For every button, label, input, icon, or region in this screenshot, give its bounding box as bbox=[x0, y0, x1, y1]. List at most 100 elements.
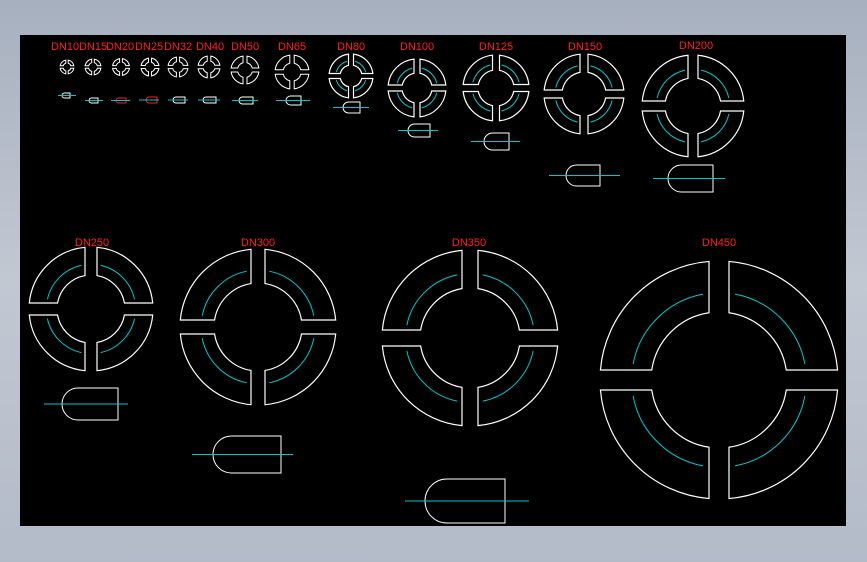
side-view-dn65 bbox=[276, 95, 310, 106]
ring-centerline bbox=[201, 270, 247, 316]
ring-segment bbox=[112, 58, 121, 67]
ring-segment bbox=[28, 314, 86, 372]
flange-label-dn25: DN25 bbox=[135, 41, 163, 53]
ring-dn15 bbox=[84, 58, 102, 76]
side-view-dn10 bbox=[58, 92, 76, 99]
ring-dn25 bbox=[140, 57, 160, 77]
flange-label-dn65: DN65 bbox=[278, 41, 306, 53]
side-view-dn25 bbox=[139, 96, 159, 104]
ring-segment bbox=[84, 67, 93, 76]
pipe-clamp-drawing: DN10 DN15DN20 DN25 DN32 DN40 DN50 DN65 DN80 DN10… bbox=[28, 40, 839, 524]
ring-segment bbox=[167, 68, 177, 78]
ring-segment bbox=[477, 345, 559, 427]
flange-label-dn300: DN300 bbox=[241, 237, 275, 249]
ring-dn32 bbox=[167, 56, 189, 78]
flange-label-dn50: DN50 bbox=[231, 41, 259, 53]
ring-segment bbox=[264, 333, 337, 406]
ring-segment bbox=[59, 59, 67, 67]
ring-segment bbox=[179, 248, 252, 321]
ring-centerline bbox=[632, 395, 704, 467]
ring-segment bbox=[293, 73, 310, 90]
ring-centerline bbox=[46, 264, 82, 300]
ring-segment bbox=[140, 57, 149, 66]
ring-segment bbox=[462, 90, 494, 122]
flange-label-dn20: DN20 bbox=[106, 41, 134, 53]
ring-dn20 bbox=[112, 58, 130, 76]
ring-centerline bbox=[656, 113, 686, 143]
flange-label-dn200: DN200 bbox=[679, 40, 713, 52]
ring-segment bbox=[498, 90, 530, 122]
ring-segment bbox=[151, 57, 160, 66]
side-view-dn50 bbox=[232, 96, 258, 105]
side-view-dn15 bbox=[85, 97, 103, 104]
ring-segment bbox=[381, 249, 463, 331]
ring-segment bbox=[352, 53, 374, 75]
ring-centerline bbox=[590, 100, 613, 123]
ring-centerline bbox=[734, 293, 806, 365]
flange-label-dn80: DN80 bbox=[337, 41, 365, 53]
ring-centerline bbox=[421, 67, 438, 84]
ring-segment bbox=[328, 77, 350, 99]
ring-centerline bbox=[201, 338, 247, 384]
ring-centerline bbox=[632, 293, 704, 365]
ring-segment bbox=[387, 90, 415, 118]
ring-segment bbox=[93, 67, 102, 76]
flange-label-dn10: DN10 bbox=[51, 41, 79, 53]
flange-label-dn150: DN150 bbox=[568, 41, 602, 53]
ring-segment bbox=[28, 246, 86, 304]
ring-centerline bbox=[700, 69, 730, 99]
ring-segment bbox=[728, 389, 839, 500]
ring-dn125 bbox=[462, 54, 530, 122]
ring-segment bbox=[121, 58, 130, 67]
ring-segment bbox=[697, 110, 745, 158]
ring-segment bbox=[96, 314, 154, 372]
ring-segment bbox=[112, 67, 121, 76]
ring-segment bbox=[67, 59, 75, 67]
ring-dn50 bbox=[230, 55, 260, 85]
ring-dn200 bbox=[641, 54, 745, 158]
ring-centerline bbox=[472, 93, 491, 112]
ring-segment bbox=[274, 54, 291, 71]
ring-segment bbox=[352, 77, 374, 99]
ring-segment bbox=[462, 54, 494, 86]
ring-segment bbox=[387, 58, 415, 86]
ring-centerline bbox=[472, 64, 491, 83]
ring-centerline bbox=[396, 92, 413, 109]
ring-segment bbox=[179, 68, 189, 78]
ring-dn40 bbox=[197, 55, 221, 79]
ring-segment bbox=[264, 248, 337, 321]
ring-centerline bbox=[700, 113, 730, 143]
ring-dn100 bbox=[387, 58, 447, 118]
flange-label-dn15: DN15 bbox=[79, 41, 107, 53]
ring-segment bbox=[246, 71, 260, 85]
ring-segment bbox=[293, 54, 310, 71]
side-view-dn125 bbox=[471, 132, 520, 151]
ring-centerline bbox=[406, 350, 458, 402]
ring-segment bbox=[167, 56, 177, 66]
ring-segment bbox=[121, 67, 130, 76]
ring-segment bbox=[498, 54, 530, 86]
ring-segment bbox=[179, 333, 252, 406]
ring-segment bbox=[210, 55, 221, 66]
ring-centerline bbox=[100, 264, 136, 300]
ring-segment bbox=[197, 68, 208, 79]
ring-centerline bbox=[421, 92, 438, 109]
ring-segment bbox=[210, 68, 221, 79]
ring-segment bbox=[587, 53, 625, 91]
ring-centerline bbox=[501, 93, 520, 112]
ring-centerline bbox=[482, 350, 534, 402]
ring-centerline bbox=[734, 395, 806, 467]
ring-segment bbox=[543, 53, 581, 91]
ring-segment bbox=[93, 58, 102, 67]
ring-centerline bbox=[501, 64, 520, 83]
ring-dn80 bbox=[328, 53, 374, 99]
ring-segment bbox=[197, 55, 208, 66]
side-view-dn150 bbox=[549, 164, 620, 187]
side-view-dn40 bbox=[198, 96, 220, 104]
ring-segment bbox=[641, 110, 689, 158]
ring-segment bbox=[599, 260, 710, 371]
ring-segment bbox=[641, 54, 689, 102]
ring-segment bbox=[246, 55, 260, 69]
ring-centerline bbox=[555, 100, 578, 123]
cad-drawing-viewport[interactable]: DN10 DN15 DN20 DN25 DN32 DN40 DN50 DN65 DN80 DN10… bbox=[20, 35, 846, 526]
